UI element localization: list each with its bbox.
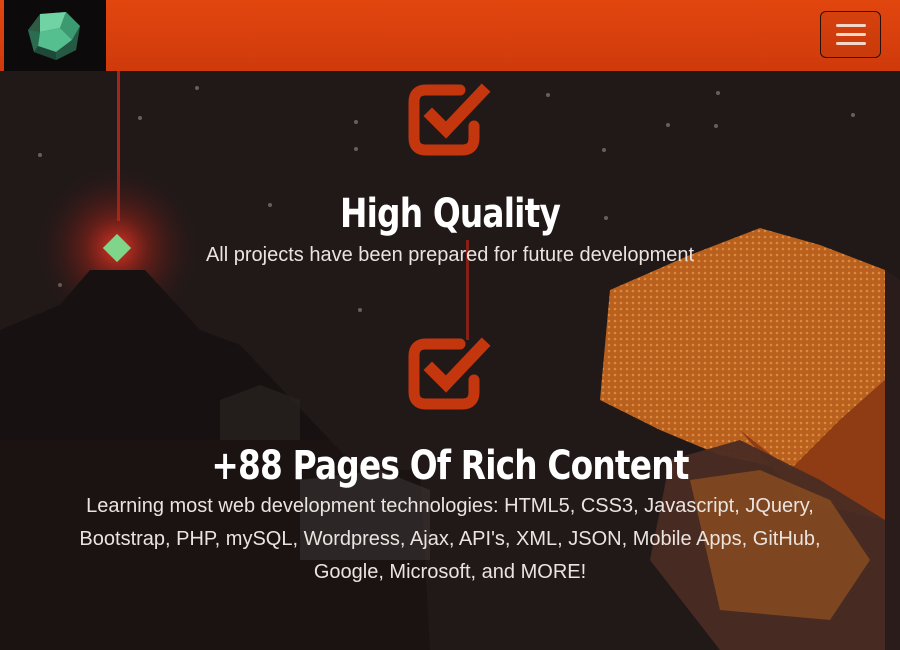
feature-high-quality: High Quality All projects have been prep… xyxy=(0,80,900,272)
logo-link[interactable] xyxy=(4,0,106,71)
feature-description-line: Learning most web development technologi… xyxy=(86,495,814,517)
hamburger-menu-icon xyxy=(835,24,866,27)
hamburger-menu-icon xyxy=(835,33,866,36)
feature-title: High Quality xyxy=(339,191,561,237)
site-header xyxy=(0,0,900,71)
checkbox-checked-icon xyxy=(408,337,491,410)
feature-description-line: Google, Microsoft, and MORE! xyxy=(313,561,587,583)
feature-title: +88 Pages Of Rich Content xyxy=(211,443,689,489)
gem-logo-icon xyxy=(28,11,80,60)
hamburger-menu-icon xyxy=(835,42,866,45)
feature-description-line: Bootstrap, PHP, mySQL, Wordpress, Ajax, … xyxy=(79,528,821,550)
feature-rich-content: +88 Pages Of Rich Content Learning most … xyxy=(0,334,900,589)
hamburger-menu-button[interactable] xyxy=(820,11,881,58)
page: High Quality All projects have been prep… xyxy=(0,0,900,650)
feature-description: All projects have been prepared for futu… xyxy=(205,244,695,266)
checkbox-checked-icon xyxy=(408,83,491,156)
